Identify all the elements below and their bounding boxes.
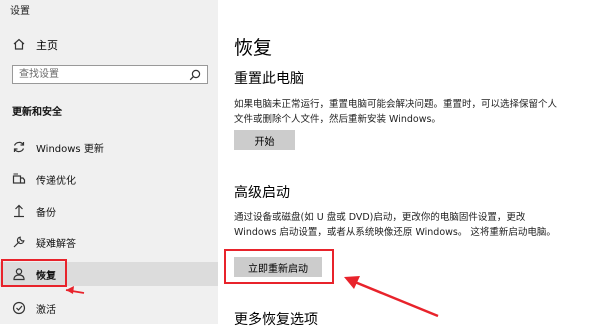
sidebar-item-label: 备份: [36, 208, 56, 219]
search-icon[interactable]: [189, 69, 201, 81]
sidebar-item-label: Windows 更新: [36, 144, 104, 155]
nav-home-label: 主页: [36, 39, 58, 52]
sidebar-item-label: 疑难解答: [36, 239, 76, 250]
get-started-button[interactable]: 开始: [234, 130, 295, 150]
section-title: 更新和安全: [12, 107, 62, 118]
window-title: 设置: [10, 6, 30, 17]
delivery-optimization-icon: [12, 173, 26, 184]
home-icon: [13, 38, 25, 50]
sidebar-item-backup[interactable]: 备份: [0, 199, 218, 223]
nav-home[interactable]: 主页: [0, 34, 218, 56]
wrench-icon: [13, 236, 25, 248]
sidebar-item-activation[interactable]: 激活: [0, 296, 218, 320]
advanced-startup-description: 通过设备或磁盘(如 U 盘或 DVD)启动，更改你的电脑固件设置，更改 Wind…: [234, 212, 556, 238]
sidebar-item-troubleshoot[interactable]: 疑难解答: [0, 230, 218, 254]
search-box[interactable]: [12, 65, 208, 84]
reset-heading: 重置此电脑: [234, 71, 304, 87]
backup-arrow-icon: [14, 204, 24, 218]
sidebar-item-label: 激活: [36, 305, 56, 316]
sidebar-item-delivery-optimization[interactable]: 传递优化: [0, 167, 218, 191]
sidebar-item-windows-update[interactable]: Windows 更新: [0, 135, 218, 159]
search-input[interactable]: [19, 67, 179, 82]
sidebar-item-label: 传递优化: [36, 176, 76, 187]
sidebar: 设置 主页 更新和安全 Windows 更新 传递优化: [0, 0, 218, 324]
sync-icon: [13, 141, 25, 153]
advanced-startup-heading: 高级启动: [234, 185, 290, 201]
page-title: 恢复: [234, 37, 273, 59]
main-content: 恢复 重置此电脑 如果电脑未正常运行，重置电脑可能会解决问题。重置时，可以选择保…: [218, 0, 607, 328]
more-recovery-heading: 更多恢复选项: [234, 312, 318, 328]
activation-check-icon: [12, 301, 26, 315]
restart-now-button[interactable]: 立即重新启动: [234, 257, 322, 277]
highlight-box-recovery: [1, 259, 67, 287]
reset-description: 如果电脑未正常运行，重置电脑可能会解决问题。重置时，可以选择保留个人文件或删除个…: [234, 99, 558, 125]
